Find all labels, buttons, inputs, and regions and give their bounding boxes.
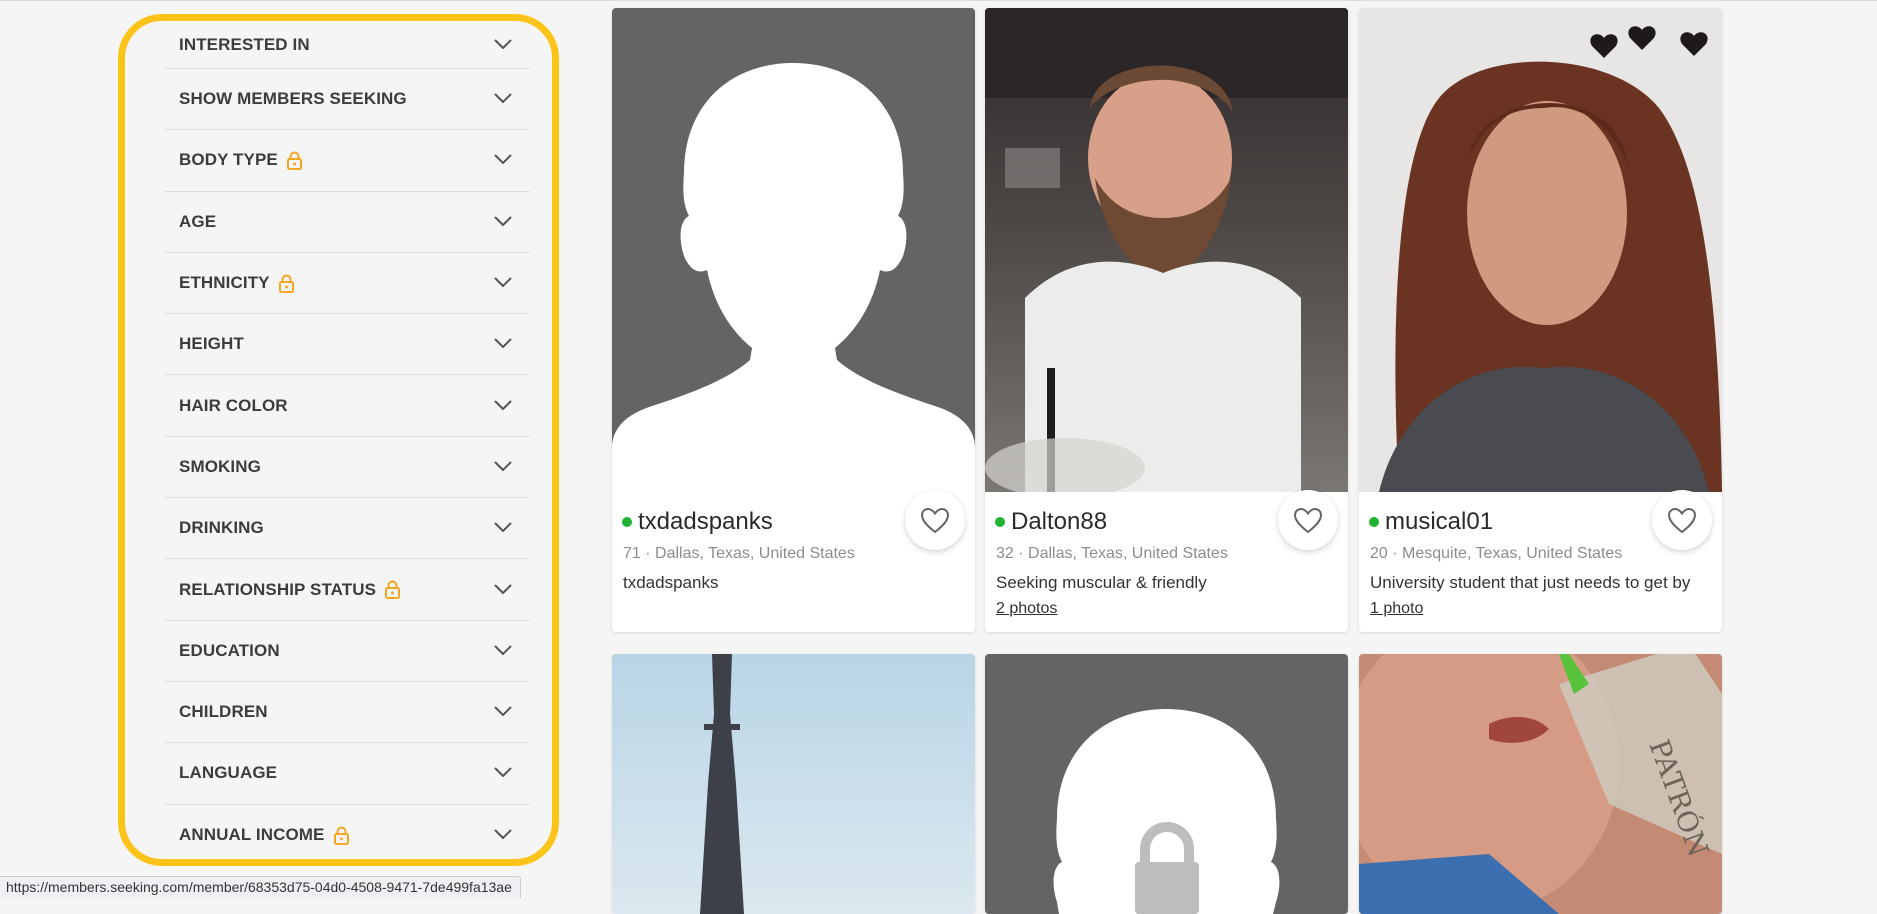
member-photo-placeholder[interactable] [612,8,975,492]
member-photo[interactable] [985,8,1348,492]
heart-icon [1667,507,1697,533]
online-status-dot [1369,517,1379,527]
chevron-down-icon [494,583,512,594]
filter-label: EDUCATION [179,640,280,660]
member-tagline: University student that just needs to ge… [1370,573,1691,592]
filter-smoking[interactable]: SMOKING [164,437,530,499]
chevron-down-icon [494,399,512,410]
filter-ethnicity[interactable]: ETHNICITY [164,253,530,315]
filter-children[interactable]: CHILDREN [164,682,530,744]
member-tagline: txdadspanks [623,573,719,592]
filter-hair-color[interactable]: HAIR COLOR [164,375,530,437]
chevron-down-icon [494,461,512,471]
member-name[interactable]: musical01 [1385,508,1493,536]
member-card[interactable]: musical01 20 · Mesquite, Texas, United S… [1359,8,1722,632]
filter-body-type[interactable]: BODY TYPE [164,130,530,192]
member-photo-image [1359,8,1722,492]
member-photo-placeholder[interactable] [985,654,1348,914]
photo-count-link[interactable]: 1 photo [1370,600,1423,618]
filter-height[interactable]: HEIGHT [164,314,530,376]
lock-icon [333,826,349,845]
member-meta: 71 · Dallas, Texas, United States [623,545,855,562]
chevron-down-icon [494,829,512,840]
filter-annual-income[interactable]: ANNUAL INCOME [164,805,530,859]
member-card[interactable]: Dalton88 32 · Dallas, Texas, United Stat… [985,8,1348,632]
filter-label: SMOKING [179,456,261,476]
heart-icon [1293,507,1323,533]
chevron-down-icon [494,154,512,165]
lock-icon [286,151,302,170]
chevron-down-icon [494,216,512,226]
filter-label: INTERESTED IN [179,34,310,54]
filter-interested-in[interactable]: INTERESTED IN [164,21,530,69]
member-name[interactable]: Dalton88 [1011,508,1107,536]
filter-language[interactable]: LANGUAGE [164,743,530,805]
member-card[interactable]: txdadspanks 71 · Dallas, Texas, United S… [612,8,975,632]
filter-label: AGE [179,211,217,231]
favorite-button[interactable] [905,490,965,550]
lock-icon [385,580,401,600]
photo-count-link[interactable]: 2 photos [996,600,1057,618]
member-photo-image [985,8,1348,492]
filter-label: DRINKING [179,518,264,538]
filter-relationship-status[interactable]: RELATIONSHIP STATUS [164,559,530,621]
chevron-down-icon [494,522,512,533]
status-bar-url: https://members.seeking.com/member/68353… [0,876,521,898]
filter-age[interactable]: AGE [164,192,530,253]
member-card[interactable] [612,654,975,914]
member-tagline: Seeking muscular & friendly [996,573,1207,592]
silhouette-placeholder-icon [985,654,1348,914]
member-photo-image: PATRÓN [1359,654,1722,914]
chevron-down-icon [494,338,512,349]
online-status-dot [622,517,632,527]
chevron-down-icon [494,38,512,49]
heart-icon [920,507,950,533]
filter-drinking[interactable]: DRINKING [164,498,530,560]
member-card[interactable] [985,654,1348,914]
chevron-down-icon [494,767,512,778]
filter-show-members-seeking[interactable]: SHOW MEMBERS SEEKING [164,69,530,131]
filter-label: HEIGHT [179,334,244,354]
chevron-down-icon [494,277,512,288]
chevron-down-icon [494,645,512,655]
member-meta: 20 · Mesquite, Texas, United States [1370,545,1623,562]
filter-label: RELATIONSHIP STATUS [179,579,377,599]
member-name-row: Dalton88 [995,508,1107,536]
filter-label: SHOW MEMBERS SEEKING [179,89,407,109]
filter-list: INTERESTED IN SHOW MEMBERS SEEKING BODY … [164,21,530,859]
member-photo[interactable] [612,654,975,914]
member-meta: 32 · Dallas, Texas, United States [996,545,1228,562]
member-name[interactable]: txdadspanks [638,508,773,536]
filter-education[interactable]: EDUCATION [164,621,530,682]
top-divider [0,0,1877,1]
silhouette-placeholder-icon [612,8,975,492]
member-photo[interactable] [1359,8,1722,492]
member-name-row: txdadspanks [622,508,773,536]
filter-label: HAIR COLOR [179,395,288,415]
filter-label: LANGUAGE [179,763,278,783]
filter-label: ANNUAL INCOME [179,825,325,845]
online-status-dot [995,517,1005,527]
member-name-row: musical01 [1369,508,1493,536]
member-card[interactable]: PATRÓN [1359,654,1722,914]
filter-panel-highlight: INTERESTED IN SHOW MEMBERS SEEKING BODY … [118,14,559,866]
favorite-button[interactable] [1278,490,1338,550]
chevron-down-icon [494,93,512,104]
chevron-down-icon [494,706,512,717]
member-photo-image [612,654,975,914]
lock-icon [278,274,294,293]
favorite-button[interactable] [1652,490,1712,550]
member-photo[interactable]: PATRÓN [1359,654,1722,914]
filter-label: CHILDREN [179,702,268,722]
filter-label: BODY TYPE [179,150,278,170]
filter-label: ETHNICITY [179,273,270,293]
